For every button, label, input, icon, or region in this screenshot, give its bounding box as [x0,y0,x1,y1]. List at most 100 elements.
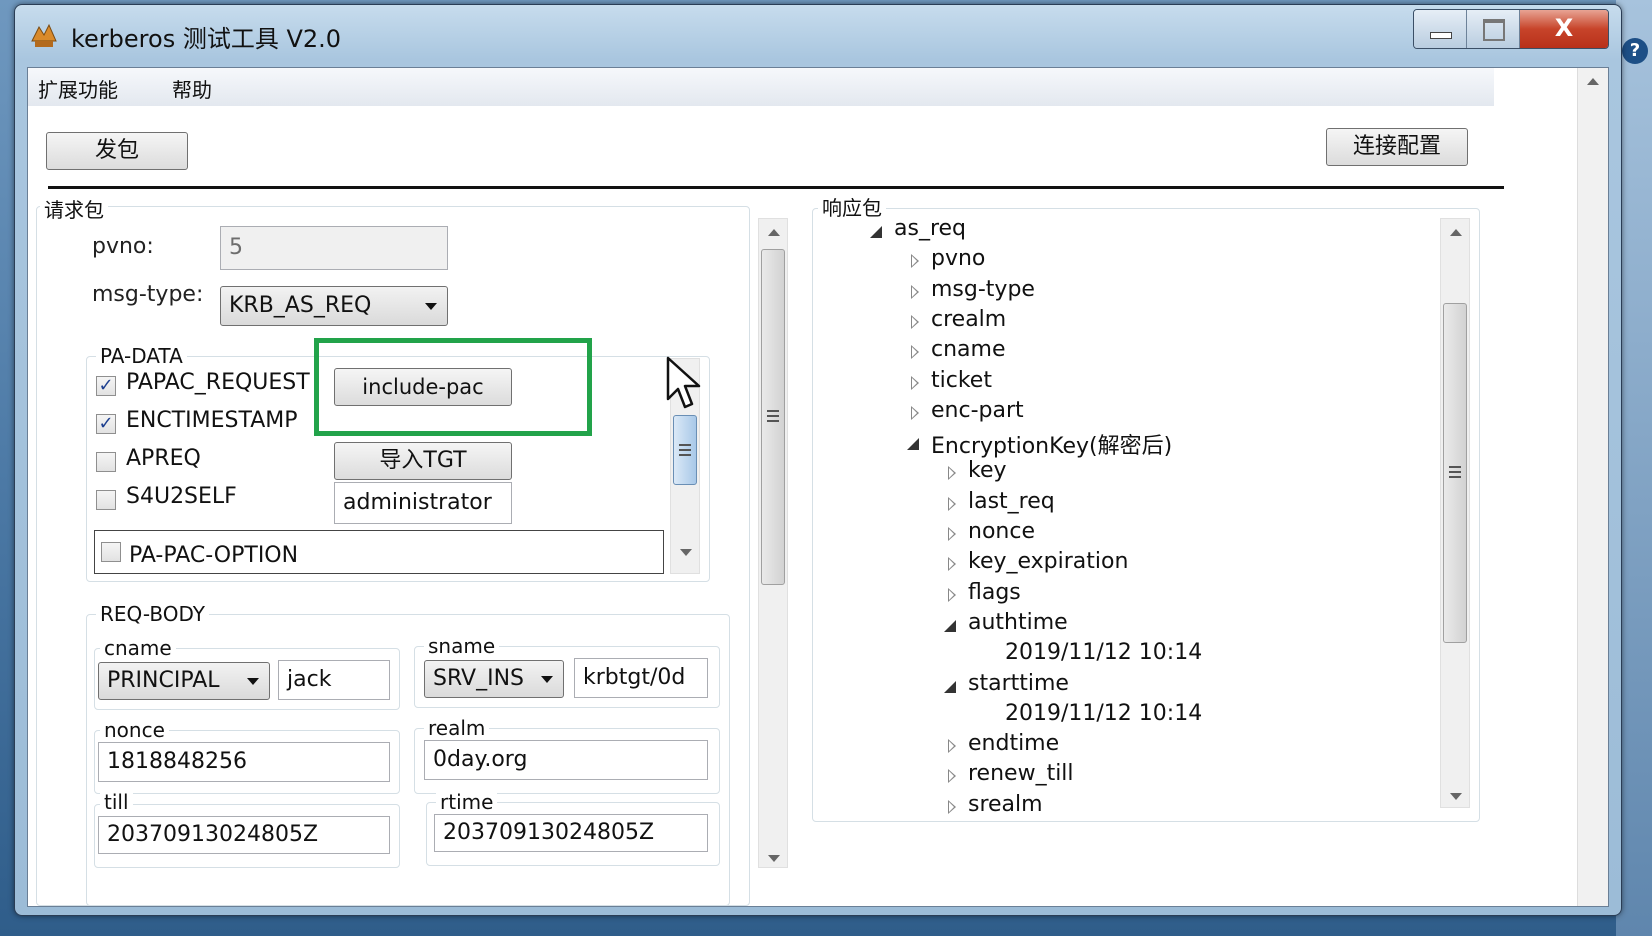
app-icon [31,23,57,47]
pvno-label: pvno: [92,234,154,259]
cname-type-select[interactable]: PRINCIPAL [98,662,270,700]
response-group [812,208,1480,822]
expanded-arrow-icon[interactable] [944,680,956,693]
collapsed-arrow-icon[interactable] [911,254,919,269]
nonce-title: nonce [100,718,169,742]
apreq-label: APREQ [126,446,201,471]
response-scrollbar[interactable] [1440,218,1470,808]
close-button[interactable]: X [1520,10,1608,48]
sname-title: sname [424,634,500,658]
toolbar-divider [48,186,1504,189]
padata-scroll-thumb[interactable] [673,415,697,485]
import-tgt-button[interactable]: 导入TGT [334,442,512,480]
tree-node[interactable]: key_expiration [968,549,1128,574]
tree-node[interactable]: authtime [968,610,1068,635]
help-icon[interactable]: ? [1622,38,1648,64]
pa-pac-option-label: PA-PAC-OPTION [129,543,299,568]
collapsed-arrow-icon[interactable] [948,587,956,602]
cname-field[interactable]: jack [278,660,390,700]
tree-node[interactable]: enc-part [931,398,1024,423]
reqbody-title: REQ-BODY [96,602,209,626]
tree-node[interactable]: last_req [968,489,1055,514]
pvno-field[interactable]: 5 [220,226,448,270]
realm-field[interactable]: 0day.org [424,740,708,780]
request-scrollbar[interactable] [758,218,788,868]
till-field[interactable]: 20370913024805Z [98,816,390,854]
pa-pac-option-list[interactable]: PA-PAC-OPTION [94,530,664,574]
tree-node[interactable]: msg-type [931,277,1035,302]
collapsed-arrow-icon[interactable] [911,405,919,420]
expanded-arrow-icon[interactable] [870,226,882,238]
apreq-checkbox[interactable] [96,452,116,472]
tree-node[interactable]: 2019/11/12 10:14 [1005,640,1202,665]
collapsed-arrow-icon[interactable] [948,557,956,572]
minimize-icon [1430,32,1452,39]
collapsed-arrow-icon[interactable] [911,375,919,390]
collapsed-arrow-icon[interactable] [911,284,919,299]
maximize-button[interactable] [1467,10,1520,48]
msgtype-select[interactable]: KRB_AS_REQ [220,286,448,326]
app-window: kerberos 测试工具 V2.0 X 扩展功能 帮助 发包 连接配置 请求包… [14,4,1622,916]
send-packet-button[interactable]: 发包 [46,132,188,170]
tree-node[interactable]: nonce [968,519,1035,544]
tree-node[interactable]: ticket [931,368,992,393]
sname-type-select[interactable]: SRV_INS [424,660,564,698]
menu-help[interactable]: 帮助 [172,74,212,103]
collapsed-arrow-icon[interactable] [911,345,919,360]
connection-config-button[interactable]: 连接配置 [1326,128,1468,166]
tree-node[interactable]: srealm [968,792,1043,817]
scroll-up-icon[interactable] [1587,78,1599,85]
scroll-down-icon[interactable] [768,855,780,862]
till-title: till [100,790,133,814]
scroll-down-icon[interactable] [1450,793,1462,800]
client-area: 扩展功能 帮助 发包 连接配置 请求包 pvno: 5 msg-type: KR… [27,67,1609,907]
scroll-up-icon[interactable] [1450,229,1462,236]
collapsed-arrow-icon[interactable] [948,769,956,784]
tree-node[interactable]: cname [931,337,1006,362]
sname-field[interactable]: krbtgt/0d [574,658,708,698]
tree-node[interactable]: endtime [968,731,1059,756]
collapsed-arrow-icon[interactable] [948,739,956,754]
window-title: kerberos 测试工具 V2.0 [71,25,342,53]
rtime-field[interactable]: 20370913024805Z [434,814,708,852]
tree-node[interactable]: renew_till [968,761,1074,786]
title-bar[interactable]: kerberos 测试工具 V2.0 X [15,5,1621,65]
nonce-field[interactable]: 1818848256 [98,742,390,782]
username-field[interactable]: administrator [334,482,512,524]
window-controls: X [1413,9,1609,49]
tree-node[interactable]: EncryptionKey(解密后) [931,428,1172,460]
menu-extensions[interactable]: 扩展功能 [38,74,118,103]
minimize-button[interactable] [1414,10,1467,48]
pa-pac-option-checkbox[interactable] [101,542,121,562]
collapsed-arrow-icon[interactable] [948,466,956,481]
collapsed-arrow-icon[interactable] [911,314,919,329]
s4u2self-label: S4U2SELF [126,484,237,509]
expanded-arrow-icon[interactable] [944,619,956,632]
s4u2self-checkbox[interactable] [96,490,116,510]
collapsed-arrow-icon[interactable] [948,496,956,511]
response-scroll-thumb[interactable] [1443,303,1467,643]
tree-node[interactable]: key [968,458,1007,483]
enctimestamp-checkbox[interactable]: ✓ [96,414,116,434]
tree-node[interactable]: flags [968,580,1021,605]
enctimestamp-label: ENCTIMESTAMP [126,408,298,433]
collapsed-arrow-icon[interactable] [948,799,956,814]
papac-request-checkbox[interactable]: ✓ [96,376,116,396]
tree-node[interactable]: 2019/11/12 10:14 [1005,701,1202,726]
collapsed-arrow-icon[interactable] [948,527,956,541]
tree-node[interactable]: as_req [894,216,966,241]
tree-node[interactable]: pvno [931,246,985,271]
padata-scroll-down-icon[interactable] [680,549,692,556]
request-group-title: 请求包 [40,194,108,223]
window-scrollbar[interactable] [1577,68,1608,906]
expanded-arrow-icon[interactable] [907,438,919,451]
msgtype-value: KRB_AS_REQ [229,293,372,318]
scroll-up-icon[interactable] [768,229,780,236]
tree-node[interactable]: crealm [931,307,1006,332]
mouse-cursor-icon [666,356,701,409]
cname-title: cname [100,636,176,660]
tree-node[interactable]: starttime [968,671,1069,696]
chevron-down-icon [425,303,437,310]
request-scroll-thumb[interactable] [761,249,785,585]
sname-type-value: SRV_INS [433,666,525,691]
